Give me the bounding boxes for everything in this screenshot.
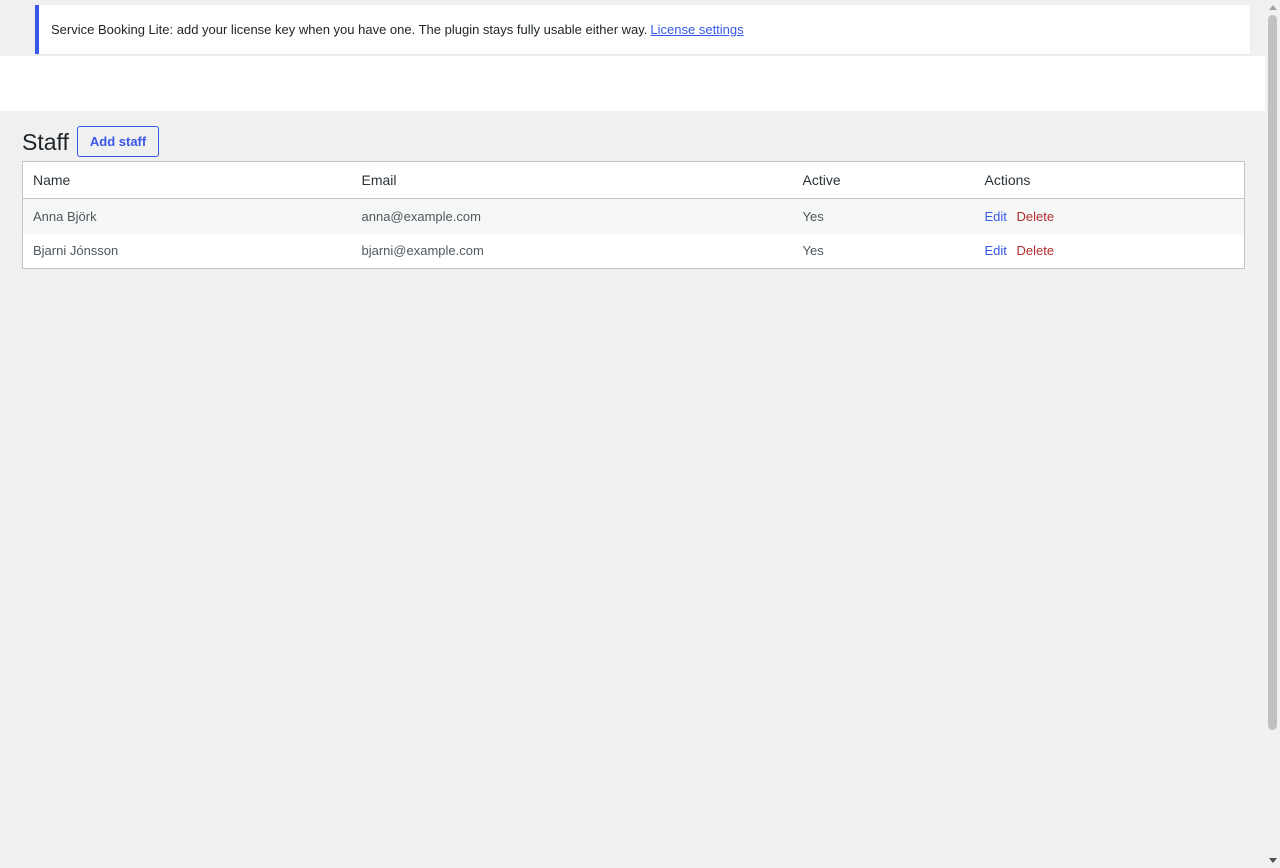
row-actions: Edit Delete	[974, 198, 1245, 234]
delete-link[interactable]: Delete	[1017, 209, 1055, 224]
staff-email: anna@example.com	[351, 198, 793, 234]
column-header-name[interactable]: Name	[22, 161, 352, 199]
staff-email: bjarni@example.com	[361, 243, 484, 259]
page-title: Staff	[22, 128, 69, 155]
notice-text: Service Booking Lite: add your license k…	[51, 22, 648, 37]
staff-name: Anna Björk	[22, 198, 352, 234]
edit-link[interactable]: Edit	[985, 243, 1007, 258]
staff-table: Name Email Active Actions Anna Björk ann…	[22, 161, 1245, 269]
license-settings-link[interactable]: License settings	[650, 22, 743, 37]
column-header-active[interactable]: Active	[792, 161, 975, 199]
table-row: Bjarni Jónsson bjarni@example.com Yes Ed…	[23, 234, 1245, 269]
staff-name: Bjarni Jónsson	[33, 243, 119, 259]
edit-link[interactable]: Edit	[985, 209, 1007, 224]
table-row: Anna Björk anna@example.com Yes Edit Del…	[22, 198, 1245, 234]
vertical-scrollbar[interactable]	[1265, 0, 1280, 868]
scroll-up-arrow-icon[interactable]	[1265, 0, 1280, 15]
page-viewport: Service Booking Lite: add your license k…	[0, 0, 1265, 868]
add-staff-button[interactable]: Add staff	[76, 126, 160, 157]
license-notice: Service Booking Lite: add your license k…	[35, 5, 1250, 54]
scroll-down-arrow-icon[interactable]	[1265, 853, 1280, 868]
column-header-email[interactable]: Email	[351, 161, 793, 199]
page-header: Staff Add staff	[22, 126, 160, 157]
staff-active: Yes	[792, 198, 975, 234]
delete-link[interactable]: Delete	[1017, 243, 1055, 258]
row-actions: Edit Delete	[975, 234, 1245, 269]
scrollbar-thumb[interactable]	[1268, 15, 1277, 730]
staff-active: Yes	[802, 243, 824, 259]
table-header-row: Name Email Active Actions	[22, 161, 1245, 199]
column-header-actions: Actions	[974, 161, 1245, 199]
